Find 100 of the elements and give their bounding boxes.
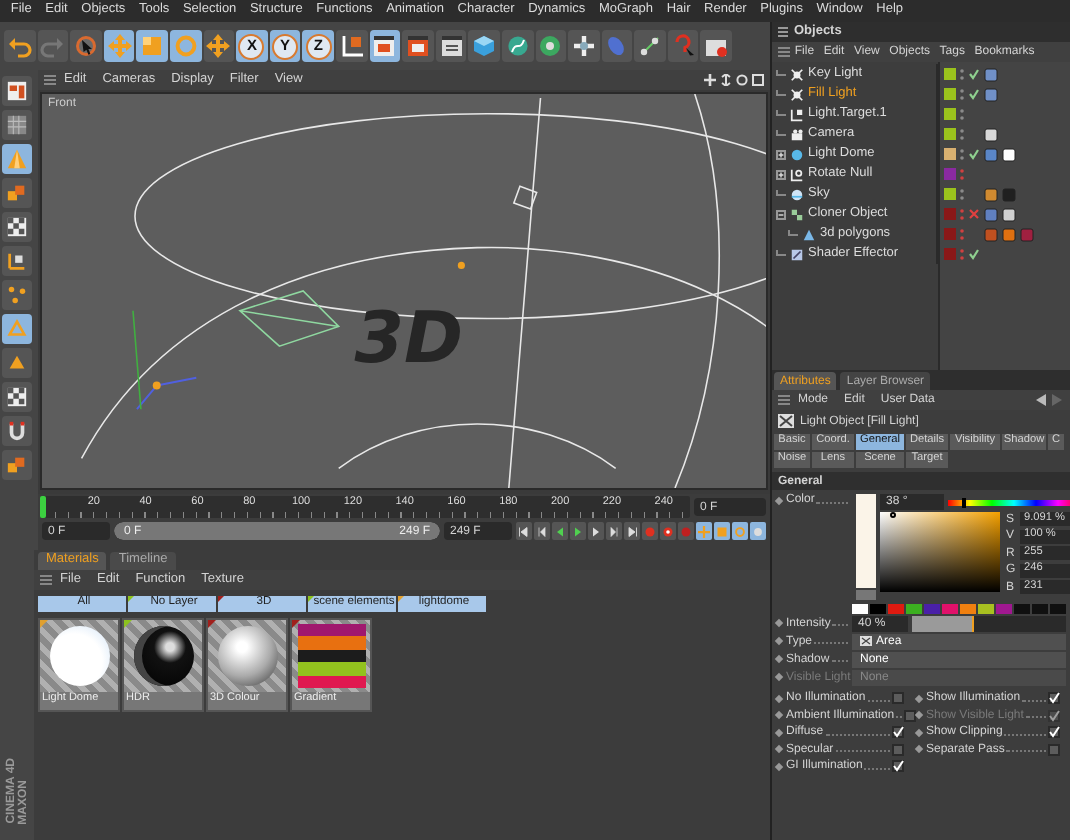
go-end-icon [626,525,638,537]
checker-icon [6,386,28,408]
collapse-icon[interactable] [776,209,786,219]
light-object-icon [778,414,794,428]
color-swatch[interactable] [1032,604,1048,614]
camera-frame-drawing [239,290,341,347]
snap-mode-button[interactable] [2,416,32,446]
check-icon[interactable] [968,88,980,100]
3d-text-object: 3D [354,298,464,380]
mesh-icon [6,114,28,136]
cube-tool-button[interactable] [468,30,500,62]
points-mode-button[interactable] [2,280,32,310]
menu-grip-icon [44,74,56,86]
expand-icon[interactable] [776,149,786,159]
sphere-icon [790,147,804,161]
step-back-button[interactable] [552,522,568,540]
object-cubes-icon [6,454,28,476]
layout-tool-button[interactable] [700,30,733,62]
texture-mode-button[interactable] [2,382,32,412]
coords-tool-button[interactable] [335,30,368,62]
expand-icon[interactable] [776,169,786,179]
picker-marker[interactable] [890,512,896,518]
play-button[interactable] [570,522,586,540]
coordinate-system-icon [339,34,364,58]
sky-icon [790,187,804,201]
step-back-icon [554,525,566,537]
record-button[interactable] [660,522,676,540]
tag-icon[interactable] [1002,207,1016,221]
color-swatch[interactable] [996,604,1012,614]
key-position-icon [698,525,710,537]
color-swatch[interactable] [906,604,922,614]
array-tool-button[interactable] [568,30,600,62]
check-icon[interactable] [968,148,980,160]
checkbox[interactable] [892,743,904,756]
undo-tool-button[interactable] [4,30,36,62]
cross-icon[interactable] [968,208,980,220]
next-key-button[interactable] [606,522,622,540]
light-icon [790,87,804,101]
color-swatch[interactable] [924,604,940,614]
intensity-slider[interactable] [912,615,1066,631]
checkbox[interactable] [892,760,904,773]
move-tool-button[interactable] [203,30,235,62]
prev-key-button[interactable] [534,522,550,540]
next-key-icon [608,525,620,537]
checkbox[interactable] [1048,743,1060,756]
axis-gizmo-drawing [132,309,198,411]
hue-marker[interactable] [961,497,966,507]
hue-slider[interactable] [948,499,1070,505]
checkbox[interactable] [1048,692,1060,705]
render-tool-button[interactable] [369,30,401,62]
color-swatch[interactable] [870,604,886,614]
object-mode-button[interactable] [2,178,32,208]
picture-tool-button[interactable] [402,30,434,62]
checkbox[interactable] [1048,726,1060,739]
mesh-mode-button[interactable] [2,110,32,140]
color-swatch[interactable] [1050,604,1066,614]
scene-tool-button[interactable] [634,30,666,62]
tag-icon[interactable] [1002,147,1016,161]
move-tool-button[interactable] [103,30,135,62]
color-swatch[interactable] [852,604,868,614]
checkbox[interactable] [892,692,904,705]
undo-arrow-icon [7,34,32,58]
tag-icon[interactable] [984,127,998,141]
texture-mode-button[interactable] [2,212,32,242]
rotate-icon[interactable] [736,74,748,86]
go-start-button[interactable] [516,522,532,540]
generator-tool-button[interactable] [535,30,567,62]
playhead-marker[interactable] [40,496,46,518]
step-forward-button[interactable] [588,522,604,540]
leader-line [825,729,890,736]
model-cone-icon [6,148,28,170]
zoom-icon[interactable] [720,74,732,86]
check-icon[interactable] [968,248,980,260]
gizmo-mode-button[interactable] [2,246,32,276]
pan-icon[interactable] [704,74,716,86]
settings-tool-button[interactable] [435,30,467,62]
light-icon [790,67,804,81]
spline-tool-button[interactable] [501,30,533,62]
check-icon[interactable] [968,68,980,80]
object-mode-button[interactable] [2,450,32,480]
go-end-button[interactable] [624,522,640,540]
move-arrows-icon [206,34,231,58]
color-swatch[interactable] [888,604,904,614]
color-swatch[interactable] [960,604,976,614]
color-swatch[interactable] [1014,604,1030,614]
back-arrow-icon[interactable] [1036,394,1046,406]
select-tool-button[interactable] [70,30,102,62]
checkbox[interactable] [904,709,917,722]
color-gradient-field[interactable] [880,512,1000,592]
color-swatch[interactable] [978,604,994,614]
scene-dots-icon [638,34,663,58]
effector-icon [790,247,804,261]
handle-point-icon [457,261,465,269]
color-swatch[interactable] [942,604,958,614]
checkbox[interactable] [892,726,904,739]
polygons-mode-button[interactable] [2,348,32,378]
rotate-tool-button[interactable] [169,30,202,62]
panel-mode-button[interactable] [2,76,32,106]
null-icon [790,167,804,181]
maximize-icon[interactable] [752,74,764,86]
